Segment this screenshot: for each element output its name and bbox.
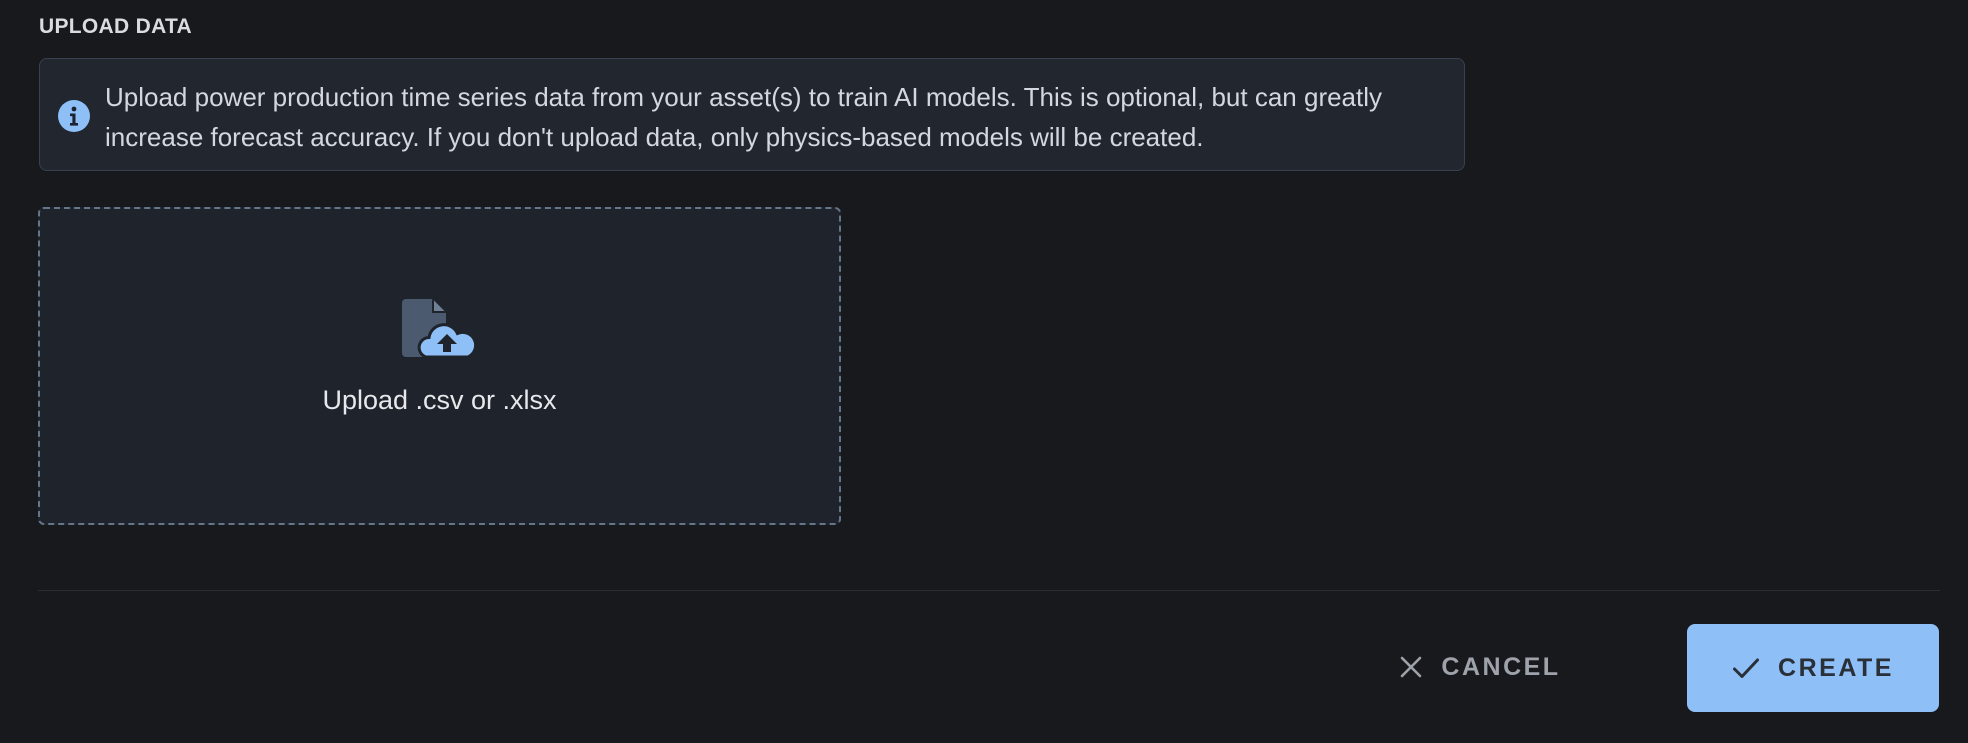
cancel-label: CANCEL bbox=[1441, 652, 1561, 681]
cancel-button[interactable]: CANCEL bbox=[1386, 624, 1574, 710]
file-dropzone[interactable]: Upload .csv or .xlsx bbox=[38, 207, 841, 525]
section-title: UPLOAD DATA bbox=[39, 15, 193, 38]
footer-divider bbox=[38, 590, 1940, 591]
file-upload-icon bbox=[402, 297, 476, 361]
upload-data-page: UPLOAD DATA Upload power production time… bbox=[0, 0, 1968, 743]
info-icon bbox=[58, 100, 90, 132]
create-button[interactable]: CREATE bbox=[1687, 624, 1939, 712]
create-label: CREATE bbox=[1778, 653, 1894, 682]
close-icon bbox=[1399, 655, 1423, 679]
check-icon bbox=[1732, 656, 1760, 680]
info-banner: Upload power production time series data… bbox=[39, 58, 1465, 171]
info-text: Upload power production time series data… bbox=[105, 82, 1383, 152]
dropzone-label: Upload .csv or .xlsx bbox=[322, 385, 557, 415]
